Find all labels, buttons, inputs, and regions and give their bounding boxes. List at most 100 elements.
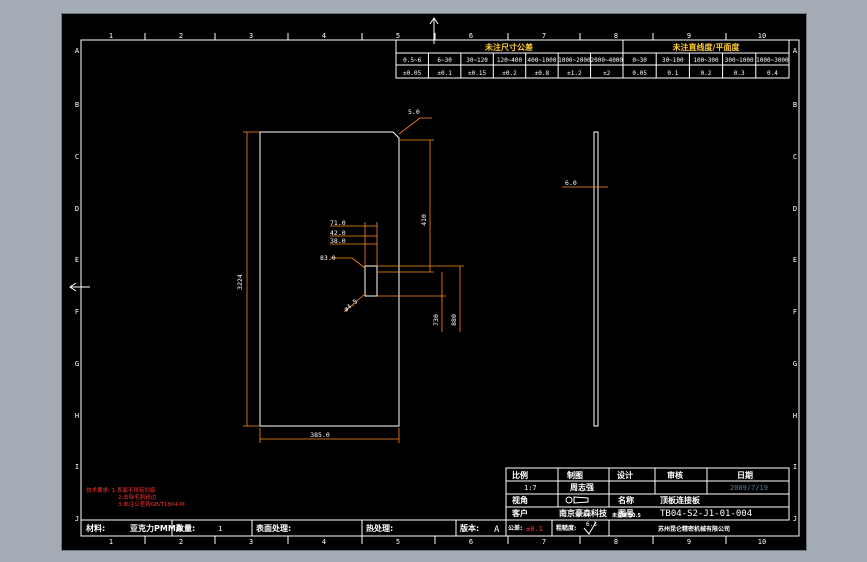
tol-value-left: ±0.8 xyxy=(535,70,550,77)
unit-note: 未注倒角0.5 xyxy=(611,512,641,519)
grid-row-right-B: B xyxy=(793,101,797,109)
label-customer: 客户 xyxy=(511,508,528,518)
dim-thickness: 6.0 xyxy=(565,179,577,187)
dim-880: 880 xyxy=(450,314,458,326)
tol-value-right: 0.2 xyxy=(701,70,712,77)
part-front-view: 3224 385.0 5.0 410 730 880 71.0 42.0 38.… xyxy=(236,108,464,443)
grid-col-top-5: 5 xyxy=(396,32,400,40)
value-drawn: 周志强 xyxy=(570,482,594,492)
label-design: 设计 xyxy=(617,470,633,480)
grid-col-top-4: 4 xyxy=(322,32,326,40)
grid-col-bottom-9: 9 xyxy=(687,538,691,546)
note-line-3: 3.未注公差按GB/T1804-M xyxy=(118,500,185,508)
label-view: 视角 xyxy=(512,495,528,505)
value-material: 亚克力PMMA xyxy=(130,523,183,533)
tol-value-right: 0.4 xyxy=(767,70,778,77)
part-side-view: 6.0 xyxy=(562,131,608,427)
label-material: 材料: xyxy=(86,523,105,533)
tol-value-left: ±0.05 xyxy=(403,70,421,77)
tol-range-right: 0~30 xyxy=(632,57,647,64)
grid-col-bottom-5: 5 xyxy=(396,538,400,546)
value-version: A xyxy=(494,525,500,535)
tol-value-left: ±0.2 xyxy=(502,70,517,77)
grid-row-left-I: I xyxy=(75,463,79,471)
company-name: 苏州昆仑精密机械有限公司 xyxy=(658,525,730,533)
grid-row-left-G: G xyxy=(75,360,79,368)
tolerance-title-right: 未注直线度/平面度 xyxy=(672,42,741,52)
grid-col-bottom-3: 3 xyxy=(249,538,253,546)
value-customer: 南京豪森科技 xyxy=(559,508,608,518)
projection-symbol-icon xyxy=(565,496,589,504)
grid-labels-right: A B C D E F G H I J xyxy=(793,47,798,523)
grid-row-left-C: C xyxy=(75,153,79,161)
value-tolerance: ±0.1 xyxy=(526,525,543,533)
tol-range-right: 300~1000 xyxy=(725,57,754,64)
tol-range-left: 400~1000 xyxy=(527,57,556,64)
dim-width: 385.0 xyxy=(310,431,330,439)
label-name: 名称 xyxy=(618,495,634,505)
grid-row-left-F: F xyxy=(75,308,79,316)
note-line-1: 技术要求: 1.表面不得有划痕 xyxy=(86,486,156,494)
tol-range-left: 120~400 xyxy=(497,57,523,64)
tol-range-left: 6~30 xyxy=(437,57,452,64)
tol-range-left: 1000~2000 xyxy=(558,57,591,64)
drawing-sheet: 1 2 3 4 5 6 7 8 9 10 1 2 3 4 5 6 7 8 9 10 A B C D E F G H I J A B C D E… xyxy=(61,13,807,551)
grid-labels-top: 1 2 3 4 5 6 7 8 9 10 xyxy=(109,32,766,40)
grid-col-top-9: 9 xyxy=(687,32,691,40)
dim-71: 71.0 xyxy=(330,219,346,227)
grid-col-bottom-8: 8 xyxy=(614,538,618,546)
technical-notes: 技术要求: 1.表面不得有划痕 2.去除毛刺锐边 3.未注公差按GB/T1804… xyxy=(86,486,185,508)
grid-row-right-G: G xyxy=(793,360,797,368)
grid-row-left-D: D xyxy=(75,205,79,213)
grid-col-bottom-1: 1 xyxy=(109,538,113,546)
grid-row-left-A: A xyxy=(75,47,80,55)
tol-value-left: ±0.1 xyxy=(437,70,452,77)
center-arrow-left-icon xyxy=(69,282,90,292)
grid-row-left-E: E xyxy=(75,256,79,264)
label-qty: 数量: xyxy=(176,523,195,533)
tol-value-right: 0.05 xyxy=(632,70,647,77)
value-date: 2009/7/19 xyxy=(730,484,768,492)
label-surface: 表面处理: xyxy=(255,523,291,533)
label-tolerance: 公差: xyxy=(508,524,522,532)
grid-col-top-1: 1 xyxy=(109,32,113,40)
grid-row-right-H: H xyxy=(793,412,797,420)
grid-row-right-E: E xyxy=(793,256,797,264)
grid-row-right-I: I xyxy=(793,463,797,471)
tol-value-left: ±2 xyxy=(603,70,611,77)
grid-row-left-H: H xyxy=(75,412,79,420)
value-scale: 1:7 xyxy=(524,484,537,492)
drawing-canvas: 1 2 3 4 5 6 7 8 9 10 1 2 3 4 5 6 7 8 9 10 A B C D E F G H I J A B C D E… xyxy=(69,17,800,546)
label-review: 审核 xyxy=(667,470,683,480)
dim-730: 730 xyxy=(432,314,440,326)
grid-col-bottom-10: 10 xyxy=(758,538,766,546)
dim-83: 83.0 xyxy=(320,254,336,262)
grid-col-top-6: 6 xyxy=(469,32,473,40)
grid-col-top-7: 7 xyxy=(542,32,546,40)
tol-value-right: 0.1 xyxy=(667,70,678,77)
dim-38: 38.0 xyxy=(330,237,346,245)
grid-col-top-8: 8 xyxy=(614,32,618,40)
inner-border xyxy=(80,39,800,537)
label-version: 版本: xyxy=(459,523,479,533)
grid-col-bottom-2: 2 xyxy=(179,538,183,546)
grid-col-bottom-6: 6 xyxy=(469,538,473,546)
tol-range-left: 2000~4000 xyxy=(591,57,624,64)
tolerance-table: 未注尺寸公差 未注直线度/平面度 0.5~6 ±0.05 6~30 ±0.1 30~12… xyxy=(395,39,790,79)
grid-labels-bottom: 1 2 3 4 5 6 7 8 9 10 xyxy=(109,536,766,546)
dim-42: 42.0 xyxy=(330,229,346,237)
title-block: 比例 制图 设计 审核 日期 1:7 周志强 2009/7/19 视角 名称 顶… xyxy=(81,467,790,536)
grid-row-right-C: C xyxy=(793,153,797,161)
tol-value-left: ±0.15 xyxy=(468,70,486,77)
tol-range-left: 0.5~6 xyxy=(403,57,421,64)
tol-value-left: ±1.2 xyxy=(567,70,582,77)
label-roughness: 粗糙度: xyxy=(556,524,576,532)
dim-height: 3224 xyxy=(236,274,244,290)
grid-row-right-J: J xyxy=(793,515,797,523)
tol-range-left: 30~120 xyxy=(466,57,488,64)
grid-row-left-J: J xyxy=(75,515,79,523)
grid-row-right-D: D xyxy=(793,205,797,213)
grid-row-left-B: B xyxy=(75,101,79,109)
label-scale: 比例 xyxy=(512,470,528,480)
grid-labels-left: A B C D E F G H I J xyxy=(75,47,80,523)
